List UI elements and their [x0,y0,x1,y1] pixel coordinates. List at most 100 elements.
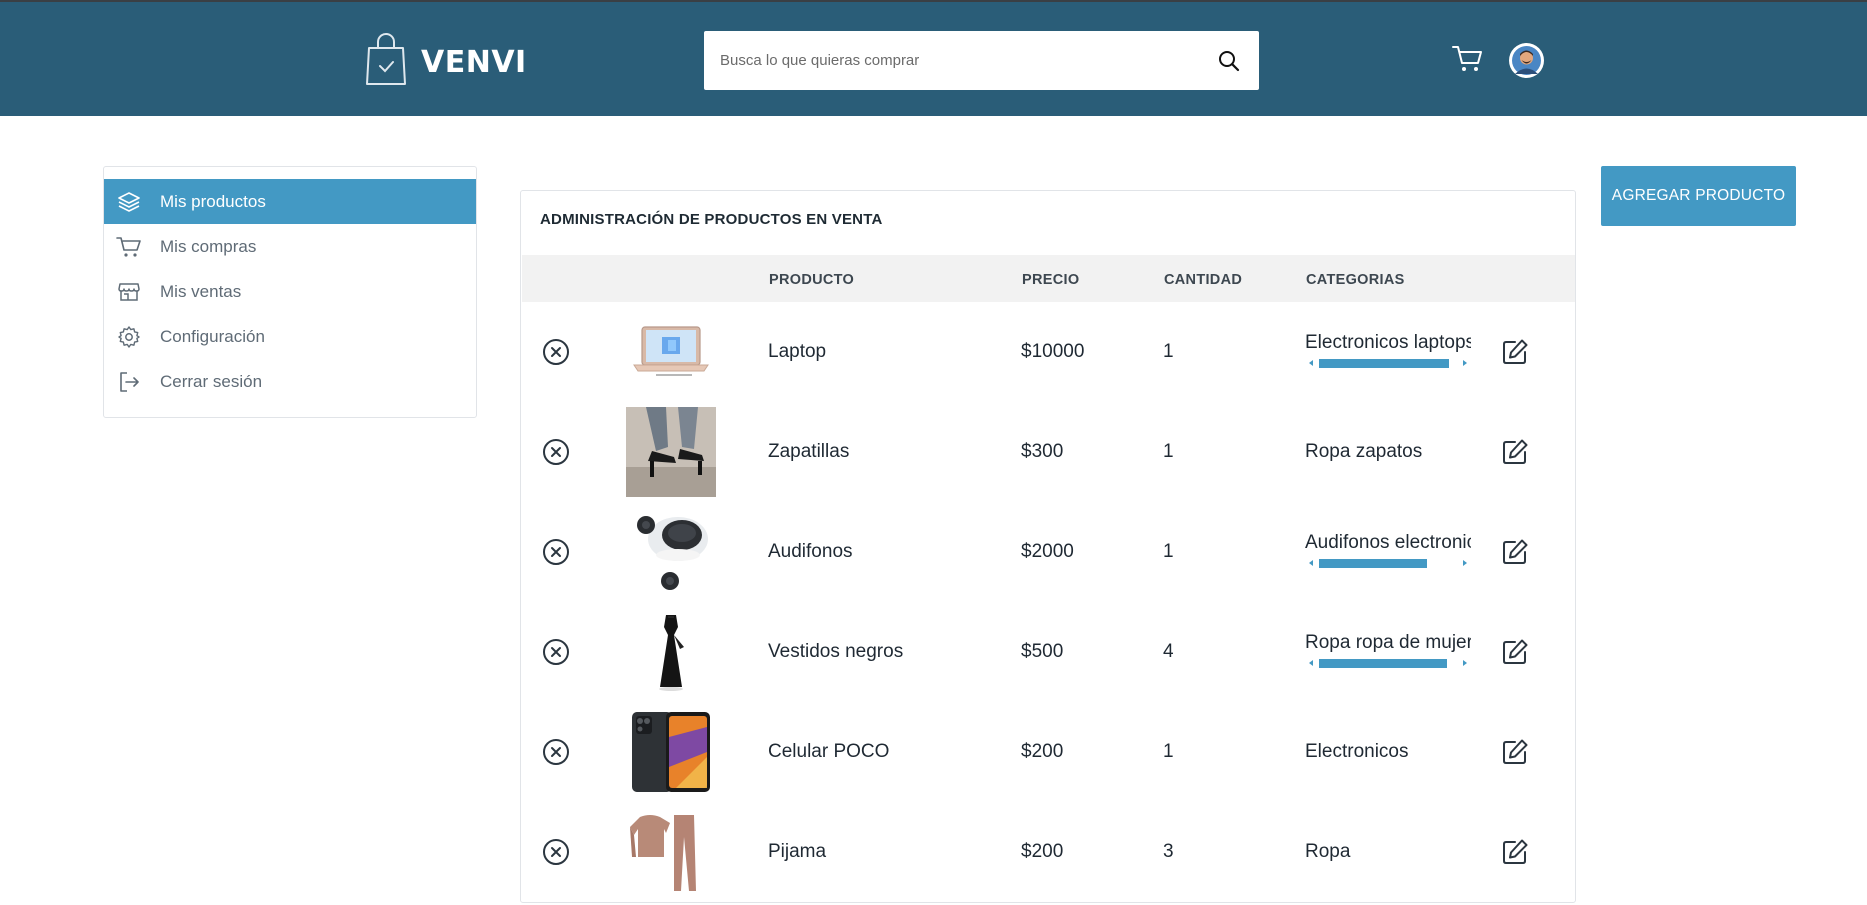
laptop-image [633,326,709,376]
categories-scrollbar[interactable] [1305,558,1471,570]
edit-product-button[interactable] [1500,702,1530,802]
table-row: Zapatillas $300 1 Ropa zapatos [522,402,1575,502]
sidebar-item-mis-ventas[interactable]: Mis ventas [104,269,476,314]
table-row: Vestidos negros $500 4 Ropa ropa de muje… [522,602,1575,702]
column-header-producto: PRODUCTO [769,272,855,288]
brand-logo[interactable]: VENVI [363,32,527,93]
product-price: $200 [1021,741,1064,762]
product-thumbnail [626,302,716,402]
gear-icon [116,324,142,350]
logout-icon [116,369,142,395]
column-header-categorias: CATEGORIAS [1306,272,1405,288]
panel-title: ADMINISTRACIÓN DE PRODUCTOS EN VENTA [540,211,883,228]
top-header: VENVI [0,0,1867,116]
delete-product-button[interactable] [542,502,570,602]
product-price: $300 [1021,441,1064,462]
pajama-image [630,815,696,891]
product-thumbnail [626,702,716,802]
product-name: Pijama [768,841,827,862]
product-quantity: 4 [1163,641,1174,662]
edit-product-button[interactable] [1500,802,1530,902]
close-circle-icon [543,639,569,665]
product-name: Audifonos [768,541,853,562]
product-price: $2000 [1021,541,1074,562]
categories-scrollbar[interactable] [1305,658,1471,670]
product-quantity: 1 [1163,341,1174,362]
earbuds-image [637,516,708,590]
cart-icon [116,234,142,260]
close-circle-icon [543,539,569,565]
close-circle-icon [543,339,569,365]
delete-product-button[interactable] [542,402,570,502]
categories-text: Ropa ropa de mujer [1305,632,1471,653]
product-thumbnail [626,602,716,702]
column-header-cantidad: CANTIDAD [1164,272,1243,288]
product-quantity: 3 [1163,841,1174,862]
product-thumbnail [626,502,716,602]
delete-product-button[interactable] [542,702,570,802]
products-panel: ADMINISTRACIÓN DE PRODUCTOS EN VENTA PRO… [520,190,1576,903]
sidebar-item-mis-productos[interactable]: Mis productos [104,179,476,224]
product-categories: Ropa ropa de mujer [1305,602,1471,702]
product-name: Celular POCO [768,741,890,762]
sidebar-item-mis-compras[interactable]: Mis compras [104,224,476,269]
delete-product-button[interactable] [542,302,570,402]
avatar-image [1509,43,1544,78]
edit-icon [1503,739,1528,764]
edit-icon [1503,339,1528,364]
edit-product-button[interactable] [1500,502,1530,602]
user-avatar[interactable] [1509,43,1544,78]
product-categories: Electronicos laptops [1305,302,1471,402]
edit-icon [1503,839,1528,864]
search-button[interactable] [1199,31,1259,90]
edit-product-button[interactable] [1500,302,1530,402]
cart-icon [1452,46,1482,71]
product-name: Laptop [768,341,827,362]
edit-icon [1503,639,1528,664]
table-header: PRODUCTO PRECIO CANTIDAD CATEGORIAS [522,255,1575,302]
product-quantity: 1 [1163,741,1174,762]
close-circle-icon [543,839,569,865]
search-input[interactable] [704,31,1199,90]
sidebar-item-configuracion[interactable]: Configuración [104,314,476,359]
sidebar-item-cerrar-sesion[interactable]: Cerrar sesión [104,359,476,404]
product-price: $500 [1021,641,1064,662]
edit-product-button[interactable] [1500,602,1530,702]
sidebar-item-label: Mis compras [160,236,257,256]
delete-product-button[interactable] [542,802,570,902]
product-categories: Ropa zapatos [1305,441,1423,462]
sidebar-item-label: Mis productos [160,191,266,211]
product-quantity: 1 [1163,441,1174,462]
product-name: Vestidos negros [768,641,904,662]
brand-name: VENVI [421,45,527,80]
product-price: $200 [1021,841,1064,862]
table-row: Audifonos $2000 1 Audifonos electronicos [522,502,1575,602]
cart-button[interactable] [1452,44,1484,79]
sidebar-item-label: Mis ventas [160,281,242,301]
product-price: $10000 [1021,341,1085,362]
categories-scrollbar[interactable] [1305,358,1471,370]
dress-image [659,615,684,691]
column-header-precio: PRECIO [1022,272,1080,288]
shopping-bag-icon [363,32,409,93]
product-thumbnail [626,402,716,502]
product-categories: Ropa [1305,841,1351,862]
sidebar-item-label: Configuración [160,326,265,346]
search-icon [1219,50,1240,71]
layers-icon [116,189,142,215]
categories-text: Audifonos electronicos [1305,532,1471,553]
edit-icon [1503,439,1528,464]
product-quantity: 1 [1163,541,1174,562]
search-bar [704,31,1259,90]
add-product-button[interactable]: AGREGAR PRODUCTO [1601,166,1796,226]
categories-text: Electronicos laptops [1305,332,1471,353]
product-categories: Electronicos [1305,741,1409,762]
delete-product-button[interactable] [542,602,570,702]
table-row: Laptop $10000 1 Electronicos laptops [522,302,1575,402]
edit-product-button[interactable] [1500,402,1530,502]
close-circle-icon [543,739,569,765]
account-sidebar: Mis productos Mis compras Mis ventas Con… [103,166,477,418]
table-row: Pijama $200 3 Ropa [522,802,1575,902]
edit-icon [1503,539,1528,564]
phone-image [632,712,710,792]
